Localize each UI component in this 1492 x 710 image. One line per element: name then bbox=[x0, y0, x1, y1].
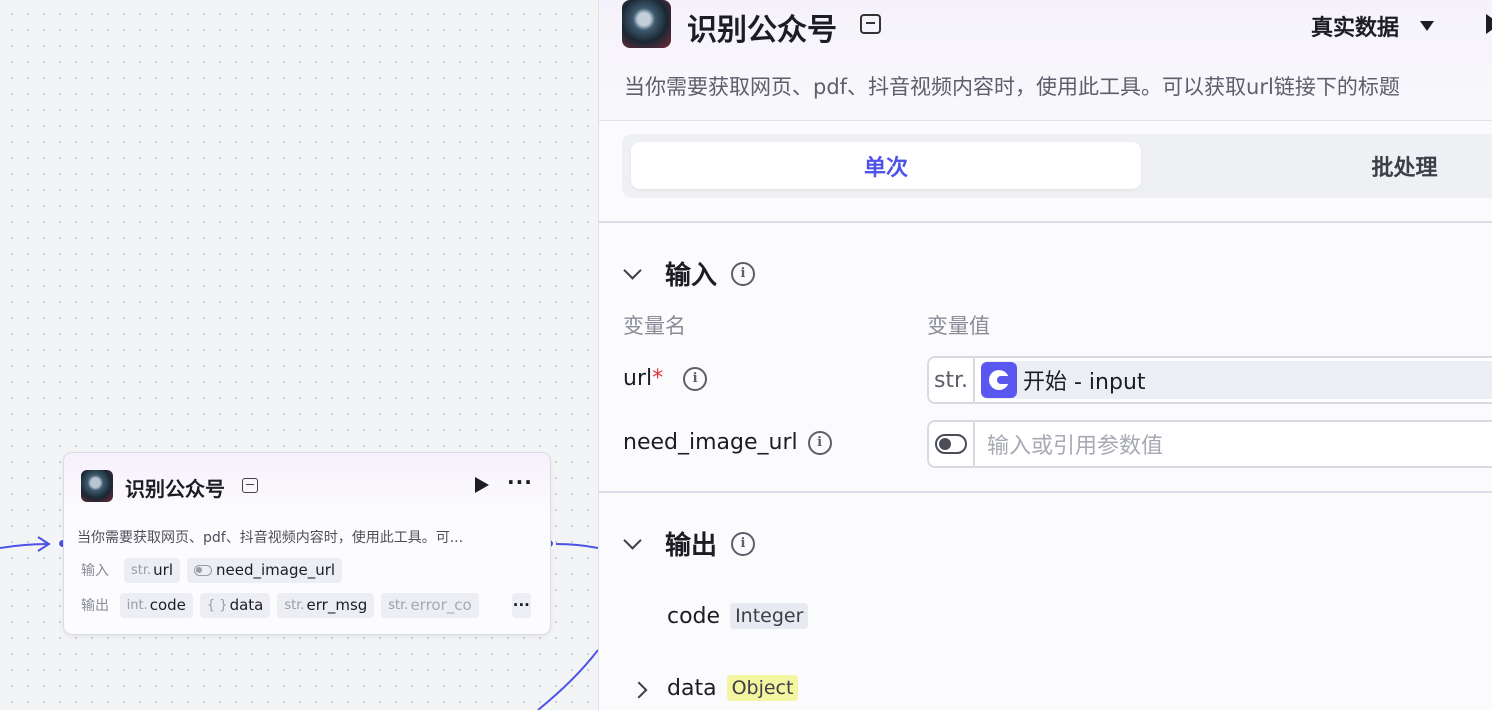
run-icon[interactable] bbox=[1486, 14, 1492, 34]
start-node-icon bbox=[981, 362, 1017, 398]
more-outputs-button[interactable]: ··· bbox=[511, 592, 531, 618]
type-toggle-label bbox=[929, 422, 975, 466]
input-chip-url: str. url bbox=[124, 557, 180, 583]
output-chip-code: int. code bbox=[119, 592, 193, 618]
column-header-name: 变量名 bbox=[623, 314, 686, 338]
node-detail-panel: 识别公众号 真实数据 当你需要获取网页、pdf、抖音视频内容时，使用此工具。可以… bbox=[598, 0, 1492, 710]
section-divider bbox=[599, 221, 1492, 223]
input-chip-need-image-url: need_image_url bbox=[187, 557, 343, 583]
toggle-icon bbox=[935, 434, 967, 454]
tab-batch[interactable]: 批处理 bbox=[1142, 142, 1492, 189]
output-chip-data: { } data bbox=[199, 592, 271, 618]
value-input-placeholder[interactable]: 输入或引用参数值 bbox=[987, 428, 1163, 460]
play-icon[interactable] bbox=[475, 477, 489, 493]
plugin-logo-icon bbox=[81, 470, 113, 502]
panel-header: 识别公众号 真实数据 当你需要获取网页、pdf、抖音视频内容时，使用此工具。可以… bbox=[599, 0, 1492, 121]
param-need-image-url-label: need_image_url i bbox=[623, 430, 832, 455]
output-field-code: code Integer bbox=[667, 603, 809, 629]
type-str-label: str. bbox=[929, 358, 975, 402]
info-icon[interactable]: i bbox=[683, 366, 708, 391]
info-icon[interactable]: i bbox=[807, 430, 832, 455]
param-need-image-url-value[interactable]: 输入或引用参数值 bbox=[927, 420, 1492, 468]
toggle-icon bbox=[194, 564, 212, 576]
node-title: 识别公众号 bbox=[125, 477, 225, 501]
data-mode-dropdown[interactable]: 真实数据 bbox=[1311, 10, 1399, 42]
input-section-header[interactable]: 输入 i bbox=[623, 255, 756, 292]
reference-chip[interactable]: 开始 - input bbox=[981, 361, 1492, 399]
panel-description: 当你需要获取网页、pdf、抖音视频内容时，使用此工具。可以获取url链接下的标题 bbox=[624, 75, 1400, 99]
lower-edge bbox=[537, 649, 598, 710]
chevron-down-icon[interactable] bbox=[623, 261, 642, 280]
output-chip-error-code: str. error_co bbox=[381, 592, 479, 618]
output-section-header[interactable]: 输出 i bbox=[623, 525, 756, 562]
column-header-value: 变量值 bbox=[927, 314, 990, 338]
outputs-label: 输出 bbox=[81, 598, 109, 614]
outgoing-edge bbox=[555, 543, 598, 549]
chevron-right-icon[interactable] bbox=[630, 681, 648, 699]
param-url-value[interactable]: str. 开始 - input bbox=[927, 356, 1492, 404]
node-header: 识别公众号 ··· bbox=[64, 453, 550, 517]
store-icon bbox=[860, 14, 881, 34]
reference-text: 开始 - input bbox=[1023, 370, 1146, 395]
required-mark: * bbox=[652, 366, 664, 391]
plugin-logo-icon bbox=[622, 0, 671, 48]
node-description: 当你需要获取网页、pdf、抖音视频内容时，使用此工具。可... bbox=[77, 530, 464, 546]
node-inputs-row: 输入 str. url need_image_url bbox=[81, 557, 343, 583]
info-icon[interactable]: i bbox=[731, 261, 756, 286]
more-options-icon[interactable]: ··· bbox=[507, 470, 533, 494]
input-section-title: 输入 bbox=[665, 261, 718, 291]
type-badge-integer: Integer bbox=[730, 603, 809, 629]
section-divider bbox=[599, 491, 1492, 493]
type-badge-object: Object bbox=[726, 675, 799, 701]
node-outputs-row: 输出 int. code { } data str. err_msg str. erro… bbox=[81, 592, 531, 618]
tab-single[interactable]: 单次 bbox=[631, 142, 1141, 189]
run-mode-tabs: 单次 批处理 bbox=[622, 134, 1492, 198]
output-section-title: 输出 bbox=[665, 531, 718, 561]
workflow-canvas[interactable]: 识别公众号 ··· 当你需要获取网页、pdf、抖音视频内容时，使用此工具。可..… bbox=[0, 0, 598, 710]
caret-down-icon[interactable] bbox=[1420, 21, 1434, 31]
param-url-label: url * i bbox=[623, 366, 708, 391]
store-icon bbox=[242, 478, 258, 493]
inputs-label: 输入 bbox=[81, 563, 109, 579]
incoming-edge bbox=[0, 543, 49, 549]
plugin-node-card[interactable]: 识别公众号 ··· 当你需要获取网页、pdf、抖音视频内容时，使用此工具。可..… bbox=[63, 452, 551, 635]
output-field-data[interactable]: data Object bbox=[667, 675, 799, 701]
chevron-down-icon[interactable] bbox=[623, 531, 642, 550]
output-chip-err-msg: str. err_msg bbox=[277, 592, 375, 618]
panel-title: 识别公众号 bbox=[687, 13, 837, 48]
info-icon[interactable]: i bbox=[731, 531, 756, 556]
